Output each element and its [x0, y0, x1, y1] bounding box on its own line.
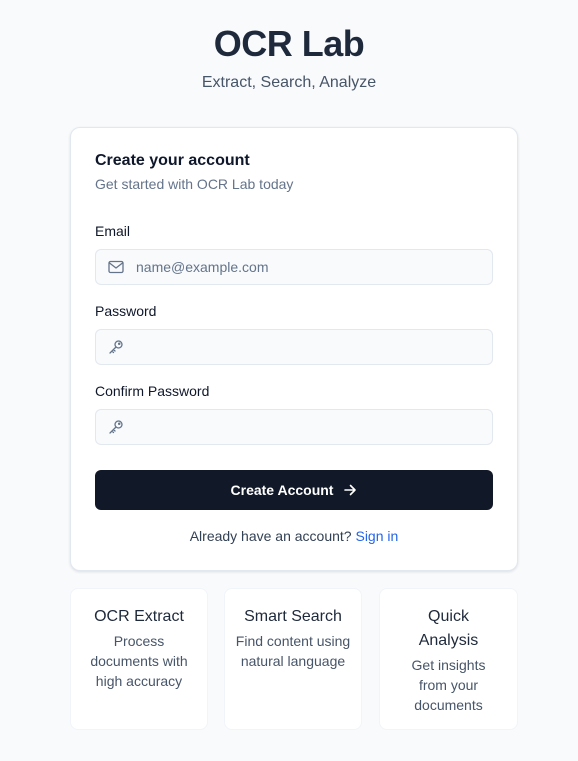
- signup-page: OCR Lab Extract, Search, Analyze Create …: [0, 0, 578, 761]
- password-input[interactable]: [136, 330, 492, 364]
- confirm-password-input-wrapper[interactable]: [95, 409, 493, 445]
- signup-card: Create your account Get started with OCR…: [70, 127, 518, 571]
- feature-description: Process documents with high accuracy: [90, 633, 188, 689]
- feature-card-quick-analysis: Quick Analysis Get insights from your do…: [379, 588, 518, 730]
- card-subtitle: Get started with OCR Lab today: [95, 176, 294, 192]
- features-row: OCR Extract Process documents with high …: [70, 588, 518, 730]
- feature-title: OCR Extract: [94, 608, 184, 625]
- confirm-password-label: Confirm Password: [95, 383, 210, 399]
- create-account-label: Create Account: [230, 482, 334, 498]
- email-label: Email: [95, 223, 131, 239]
- signin-prompt: Already have an account?: [189, 528, 352, 544]
- brand-header: OCR Lab Extract, Search, Analyze: [0, 0, 578, 94]
- app-title: OCR Lab: [213, 23, 365, 64]
- feature-card-ocr-extract: OCR Extract Process documents with high …: [70, 588, 208, 730]
- create-account-button[interactable]: Create Account: [95, 470, 493, 510]
- arrow-right-icon: [343, 483, 357, 497]
- confirm-password-input[interactable]: [136, 410, 492, 444]
- confirm-password-field-group: Confirm Password: [95, 381, 493, 445]
- card-title: Create your account: [95, 152, 250, 169]
- password-field-group: Password: [95, 301, 493, 365]
- signin-link[interactable]: Sign in: [355, 528, 398, 544]
- feature-card-smart-search: Smart Search Find content using natural …: [224, 588, 362, 730]
- feature-description: Find content using natural language: [235, 633, 351, 669]
- email-input-wrapper[interactable]: [95, 249, 493, 285]
- key-icon: [108, 419, 124, 435]
- email-input[interactable]: [136, 250, 492, 284]
- password-label: Password: [95, 303, 157, 319]
- feature-title: Quick Analysis: [418, 608, 479, 649]
- key-icon: [108, 339, 124, 355]
- app-tagline: Extract, Search, Analyze: [201, 74, 377, 91]
- signin-prompt-row: Already have an account? Sign in: [71, 526, 517, 546]
- mail-icon: [108, 259, 124, 275]
- feature-title: Smart Search: [244, 608, 342, 625]
- feature-description: Get insights from your documents: [411, 657, 486, 713]
- password-input-wrapper[interactable]: [95, 329, 493, 365]
- email-field-group: Email: [95, 221, 493, 285]
